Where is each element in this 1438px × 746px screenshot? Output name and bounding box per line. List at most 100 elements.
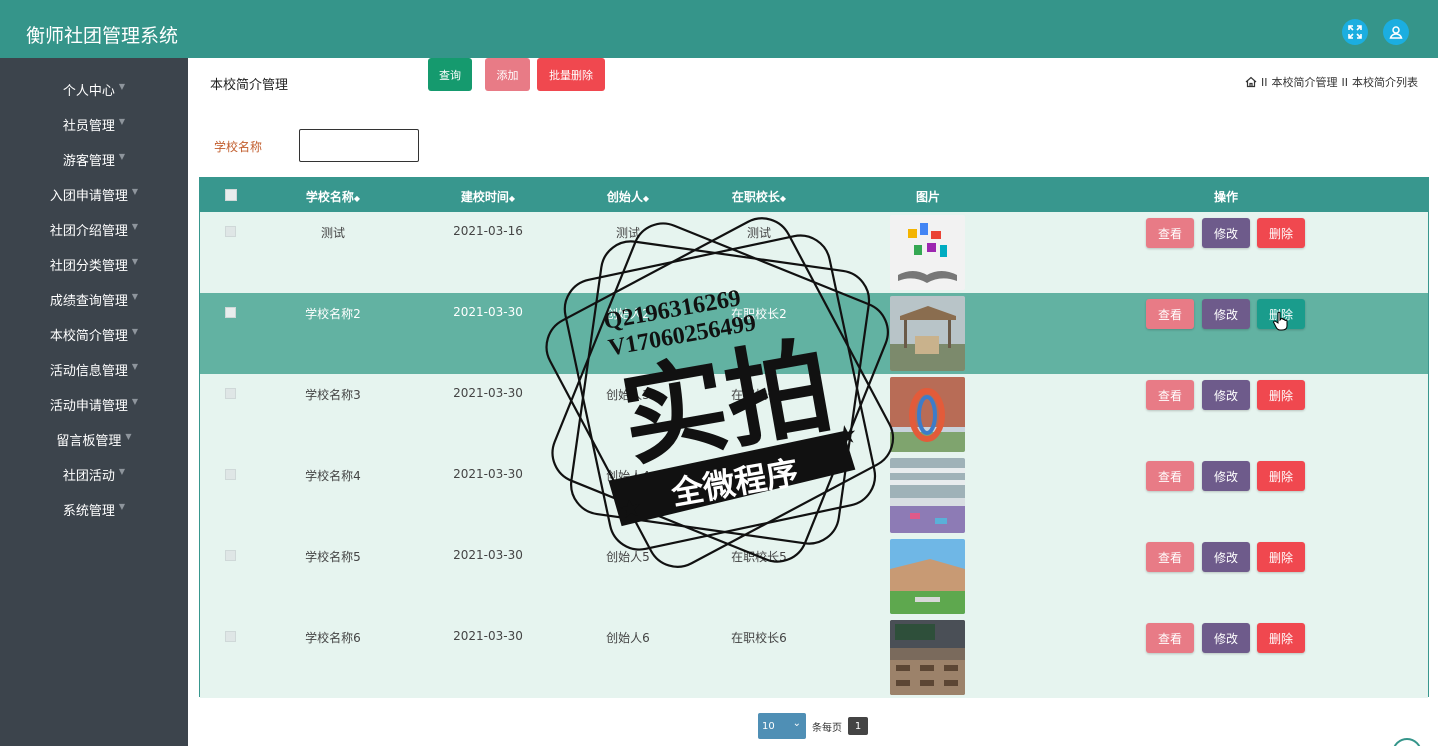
sidebar-item-join-application[interactable]: 入团申请管理 ▼ [0,177,188,212]
header-image: 图片 [915,190,941,204]
cell-school-name: 学校名称6 [305,631,361,645]
hand-cursor-icon [1273,311,1288,331]
cell-founder: 创始人4 [606,469,650,483]
view-button[interactable]: 查看 [1146,542,1194,572]
table-row: 学校名称2 2021-03-30 创始人2 在职校长2 查看 修改 删除 [200,293,1428,374]
sidebar-item-school-intro[interactable]: 本校简介管理 ▼ [0,317,188,352]
select-all-checkbox[interactable] [225,189,237,201]
delete-button[interactable]: 删除 [1257,380,1305,410]
breadcrumb-item[interactable]: 本校简介管理 [1272,74,1338,90]
school-image-thumbnail[interactable] [890,539,965,614]
cell-founder: 测试 [615,226,641,240]
view-button[interactable]: 查看 [1146,218,1194,248]
table-row: 学校名称6 2021-03-30 创始人6 在职校长6 查看 修改 删除 [200,617,1428,698]
sort-icon: ◆ [779,194,787,203]
view-button[interactable]: 查看 [1146,299,1194,329]
back-to-top-button[interactable] [1392,738,1422,746]
cell-school-name: 学校名称3 [305,388,361,402]
sidebar-item-score-query[interactable]: 成绩查询管理 ▼ [0,282,188,317]
school-image-thumbnail[interactable] [890,215,965,290]
caret-down-icon: ▼ [118,152,126,161]
edit-button[interactable]: 修改 [1202,461,1250,491]
cell-founding-date: 2021-03-30 [453,467,523,481]
sidebar-item-message-board[interactable]: 留言板管理 ▼ [0,422,188,457]
header-founder[interactable]: 创始人◆ [607,188,649,205]
sidebar-item-system-management[interactable]: 系统管理 ▼ [0,492,188,527]
edit-button[interactable]: 修改 [1202,218,1250,248]
cell-principal: 在职校长6 [731,631,787,645]
cell-founding-date: 2021-03-30 [453,305,523,319]
cell-principal: 测试 [746,226,772,240]
query-button[interactable]: 查询 [428,58,472,91]
user-icon [1389,26,1403,39]
caret-down-icon: ▼ [118,117,126,126]
school-image-thumbnail[interactable] [890,458,965,533]
batch-delete-button[interactable]: 批量删除 [537,58,605,91]
expand-icon [1348,25,1362,39]
delete-button[interactable]: 删除 [1257,461,1305,491]
school-image-thumbnail[interactable] [890,296,965,371]
home-icon[interactable] [1245,76,1257,88]
delete-button[interactable]: 删除 [1257,218,1305,248]
page-number-button[interactable]: 1 [848,717,868,735]
add-button[interactable]: 添加 [485,58,530,91]
school-name-input[interactable] [299,129,419,162]
delete-button[interactable]: 删除 [1257,623,1305,653]
edit-button[interactable]: 修改 [1202,299,1250,329]
top-bar: 衡师社团管理系统 [0,0,1438,58]
row-checkbox[interactable] [225,469,236,480]
sort-icon: ◆ [508,194,516,203]
cell-principal: 在职校长2 [731,307,787,321]
edit-button[interactable]: 修改 [1202,380,1250,410]
sidebar-item-member-management[interactable]: 社员管理 ▼ [0,107,188,142]
caret-down-icon: ▼ [131,327,139,336]
table-row: 学校名称5 2021-03-30 创始人5 在职校长5 查看 修改 删除 [200,536,1428,617]
per-page-label: 条每页 [812,722,842,734]
main-content: 本校简介管理 II 本校简介管理 II 本校简介列表 学校名称 查询 添加 批量… [188,58,1438,746]
caret-down-icon: ▼ [118,502,126,511]
delete-button[interactable]: 删除 [1257,542,1305,572]
header-school-name[interactable]: 学校名称◆ [306,188,360,205]
table-row: 测试 2021-03-16 测试 测试 查看 修改 删除 [200,212,1428,293]
cell-principal: 在职校长3 [731,388,787,402]
school-image-thumbnail[interactable] [890,620,965,695]
caret-down-icon: ▼ [131,222,139,231]
row-checkbox[interactable] [225,226,236,237]
view-button[interactable]: 查看 [1146,461,1194,491]
table-header: 学校名称◆ 建校时间◆ 创始人◆ 在职校长◆ 图片 操作 [200,178,1428,212]
page-size-select[interactable]: 10 ⌄ [758,713,806,739]
header-principal[interactable]: 在职校长◆ [732,188,786,205]
sidebar-item-club-activity[interactable]: 社团活动 ▼ [0,457,188,492]
caret-down-icon: ▼ [131,292,139,301]
view-button[interactable]: 查看 [1146,380,1194,410]
sidebar-item-visitor-management[interactable]: 游客管理 ▼ [0,142,188,177]
school-image-thumbnail[interactable] [890,377,965,452]
cell-founder: 创始人2 [606,307,650,321]
view-button[interactable]: 查看 [1146,623,1194,653]
row-checkbox[interactable] [225,388,236,399]
caret-down-icon: ▼ [118,82,126,91]
header-founding-date[interactable]: 建校时间◆ [461,188,515,205]
cell-founder: 创始人6 [606,631,650,645]
chevron-down-icon: ⌄ [792,718,801,729]
edit-button[interactable]: 修改 [1202,542,1250,572]
cell-school-name: 测试 [320,226,346,240]
sidebar-item-personal-center[interactable]: 个人中心 ▼ [0,72,188,107]
row-checkbox[interactable] [225,631,236,642]
row-checkbox[interactable] [225,550,236,561]
cell-founding-date: 2021-03-30 [453,548,523,562]
fullscreen-button[interactable] [1342,19,1368,45]
sidebar: 个人中心 ▼ 社员管理 ▼ 游客管理 ▼ 入团申请管理 ▼ 社团介绍管理 ▼ 社团分类管理… [0,58,188,746]
sidebar-item-club-category[interactable]: 社团分类管理 ▼ [0,247,188,282]
cell-founding-date: 2021-03-30 [453,386,523,400]
sidebar-item-activity-info[interactable]: 活动信息管理 ▼ [0,352,188,387]
sidebar-item-activity-application[interactable]: 活动申请管理 ▼ [0,387,188,422]
breadcrumb: II 本校简介管理 II 本校简介列表 [1245,74,1418,90]
row-checkbox[interactable] [225,307,236,318]
cell-principal: 在职校长5 [731,550,787,564]
edit-button[interactable]: 修改 [1202,623,1250,653]
sidebar-item-club-intro[interactable]: 社团介绍管理 ▼ [0,212,188,247]
cell-founding-date: 2021-03-30 [453,629,523,643]
user-button[interactable] [1383,19,1409,45]
caret-down-icon: ▼ [131,397,139,406]
